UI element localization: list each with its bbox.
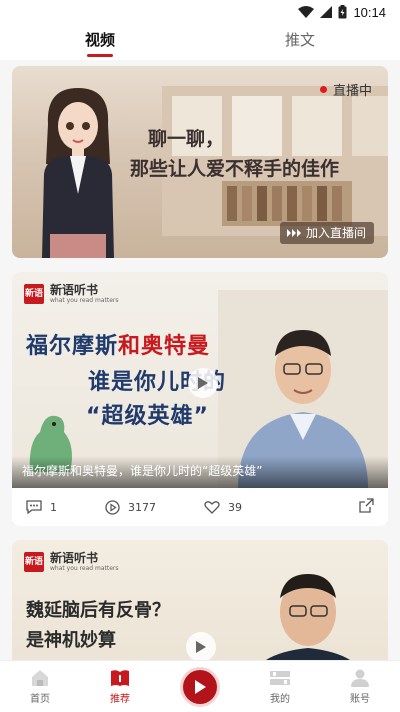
tab-video-label: 视频 bbox=[84, 31, 115, 49]
virtual-host-avatar bbox=[42, 88, 114, 258]
video-title-ultraman: 奥特曼 bbox=[141, 334, 211, 359]
signal-icon bbox=[320, 6, 333, 18]
bottom-navigation: 首页 推荐 我的 账号 bbox=[0, 660, 400, 712]
tab-articles[interactable]: 推文 bbox=[200, 24, 400, 60]
home-icon bbox=[32, 669, 48, 686]
play-video-button[interactable] bbox=[188, 368, 218, 398]
wifi-icon bbox=[298, 6, 315, 18]
play-count: 3177 bbox=[128, 500, 156, 514]
play-circle-icon bbox=[105, 499, 120, 515]
video-card[interactable]: 新语 新语听书 what you read matters 魏延脑后有反骨？ 是… bbox=[12, 540, 388, 660]
video-title-line2: 是神机妙算 bbox=[26, 630, 116, 651]
video-caption: 福尔摩斯和奥特曼，谁是你儿时的“超级英雄” bbox=[12, 456, 388, 488]
account-icon bbox=[351, 669, 369, 687]
nav-recommend[interactable]: 推荐 bbox=[80, 661, 160, 712]
join-live-button[interactable]: 加入直播间 bbox=[279, 222, 374, 244]
video-title-line1: 魏延脑后有反骨？ bbox=[26, 600, 170, 621]
video-stats-bar: 1 3177 39 bbox=[12, 488, 388, 526]
like-count: 39 bbox=[228, 500, 242, 514]
join-live-label: 加入直播间 bbox=[305, 226, 366, 240]
nav-mine[interactable]: 我的 bbox=[240, 661, 320, 712]
brand-subtitle: what you read matters bbox=[50, 565, 119, 572]
nav-mine-label: 我的 bbox=[270, 693, 290, 705]
play-video-button[interactable] bbox=[186, 632, 216, 660]
share-icon bbox=[359, 498, 374, 513]
tab-video[interactable]: 视频 bbox=[0, 24, 200, 60]
video-thumbnail[interactable]: 新语 新语听书 what you read matters 福尔摩斯和奥特曼 谁… bbox=[12, 272, 388, 488]
play-icon bbox=[195, 679, 206, 694]
tab-articles-label: 推文 bbox=[284, 31, 315, 49]
video-title-holmes: 福尔摩斯 bbox=[26, 334, 119, 359]
comment-stat[interactable]: 1 bbox=[26, 500, 57, 514]
heart-icon bbox=[204, 501, 220, 514]
like-stat[interactable]: 39 bbox=[204, 500, 242, 514]
live-badge-label: 直播中 bbox=[332, 84, 372, 99]
live-title-line1: 聊一聊， bbox=[148, 128, 225, 150]
live-dot-icon bbox=[319, 86, 327, 93]
live-stream-card[interactable]: 直播中 聊一聊， 那些让人爱不释手的佳作 加入直播间 bbox=[12, 66, 388, 258]
bookshelf-icon bbox=[270, 670, 290, 685]
live-status-badge: 直播中 bbox=[319, 80, 372, 99]
nav-center bbox=[160, 661, 240, 712]
recommend-icon bbox=[111, 669, 129, 686]
brand-logo: 新语 bbox=[24, 284, 44, 304]
presenter-image bbox=[266, 574, 350, 660]
live-title: 聊一聊， 那些让人爱不释手的佳作 bbox=[130, 124, 339, 184]
comment-count: 1 bbox=[50, 500, 57, 514]
brand-subtitle: what you read matters bbox=[50, 297, 119, 304]
video-title-line1: 福尔摩斯和奥特曼 bbox=[26, 328, 210, 360]
brand-mark: 新语 新语听书 what you read matters bbox=[24, 552, 119, 572]
chevrons-right-icon bbox=[286, 229, 301, 237]
nav-recommend-label: 推荐 bbox=[110, 693, 130, 705]
active-tab-indicator bbox=[87, 54, 113, 57]
nav-account[interactable]: 账号 bbox=[320, 661, 400, 712]
status-time: 10:14 bbox=[353, 4, 386, 20]
battery-icon bbox=[338, 5, 347, 19]
brand-name: 新语听书 bbox=[50, 283, 99, 297]
video-card[interactable]: 新语 新语听书 what you read matters 福尔摩斯和奥特曼 谁… bbox=[12, 272, 388, 526]
video-feed[interactable]: 直播中 聊一聊， 那些让人爱不释手的佳作 加入直播间 新语 新语听书 what … bbox=[0, 60, 400, 660]
play-icon bbox=[198, 377, 208, 389]
status-bar: 10:14 bbox=[0, 0, 400, 24]
brand-logo: 新语 bbox=[24, 552, 44, 572]
nav-home-label: 首页 bbox=[30, 693, 50, 705]
play-icon bbox=[196, 641, 206, 653]
play-count-stat: 3177 bbox=[105, 499, 156, 515]
top-tab-bar: 视频 推文 bbox=[0, 24, 400, 60]
nav-account-label: 账号 bbox=[350, 693, 370, 705]
video-title-line3: “超级英雄” bbox=[86, 404, 209, 429]
player-button[interactable] bbox=[183, 669, 217, 704]
comment-icon bbox=[26, 500, 42, 514]
live-title-line2: 那些让人爱不释手的佳作 bbox=[130, 158, 340, 180]
share-button[interactable] bbox=[359, 498, 374, 516]
brand-name: 新语听书 bbox=[50, 551, 99, 565]
nav-home[interactable]: 首页 bbox=[0, 661, 80, 712]
brand-mark: 新语 新语听书 what you read matters bbox=[24, 284, 119, 304]
video-title-and: 和 bbox=[118, 334, 142, 359]
